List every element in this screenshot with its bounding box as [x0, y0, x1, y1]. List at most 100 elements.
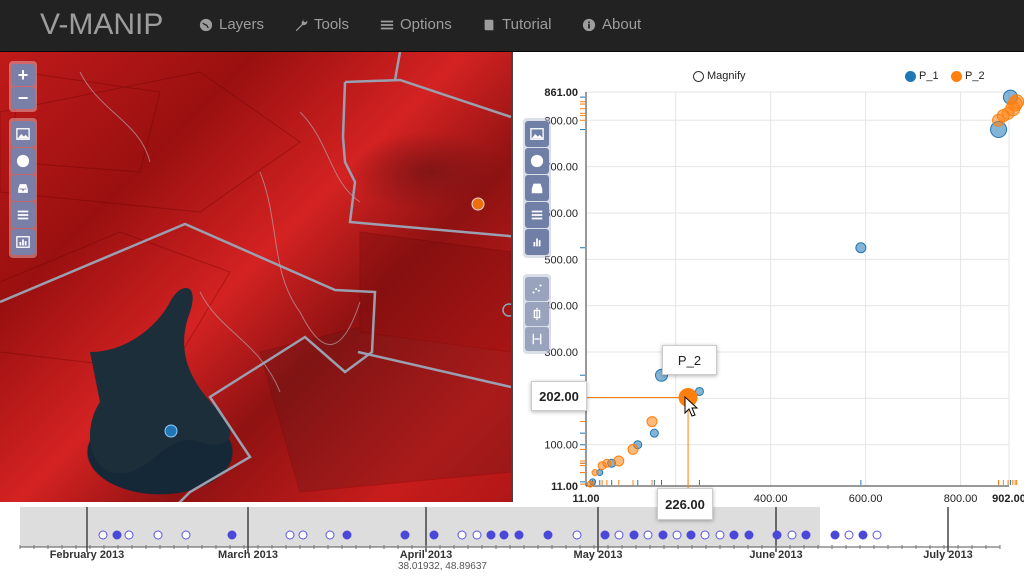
data-point-p_2[interactable]: [602, 458, 612, 468]
map-marker-p2[interactable]: [471, 197, 485, 211]
nav-layers-label: Layers: [219, 16, 265, 33]
nav-about-label: About: [602, 16, 642, 33]
data-point-p_2[interactable]: [591, 469, 599, 477]
inbox-button[interactable]: [11, 175, 35, 201]
nav-tools[interactable]: Tools: [294, 16, 349, 33]
timeline-acquisition-selected[interactable]: [600, 530, 610, 540]
timeline-acquisition[interactable]: [872, 530, 882, 540]
satellite-map[interactable]: + −: [0, 52, 511, 576]
timeline-acquisition-selected[interactable]: [112, 530, 122, 540]
timeline-acquisition[interactable]: [715, 530, 725, 540]
timeline-acquisition-selected[interactable]: [227, 530, 237, 540]
timeline-acquisition[interactable]: [298, 530, 308, 540]
list-icon: [17, 210, 29, 220]
zoom-out-button[interactable]: −: [11, 87, 35, 109]
timeline-svg[interactable]: February 2013 March 2013 April 2013 May 201…: [0, 502, 1024, 576]
timeline-acquisition-selected[interactable]: [772, 530, 782, 540]
timeline-acquisition-selected[interactable]: [499, 530, 509, 540]
wrench-icon: [295, 19, 308, 31]
scatter-plot[interactable]: 11.00100.00200.00300.00400.00500.00600.0…: [513, 52, 1024, 502]
data-point-p_2[interactable]: [1009, 94, 1024, 110]
nav-options[interactable]: Options: [380, 16, 452, 33]
x-tick-label: 800.00: [944, 493, 978, 502]
timeline-acquisition[interactable]: [787, 530, 797, 540]
plot-chart-button[interactable]: [525, 229, 549, 255]
timeline-acquisition[interactable]: [98, 530, 108, 540]
timeline[interactable]: February 2013 March 2013 April 2013 May 201…: [0, 502, 1024, 576]
magnify-label: Magnify: [707, 70, 746, 82]
timeline-acquisition[interactable]: [472, 530, 482, 540]
timeline-acquisition[interactable]: [672, 530, 682, 540]
data-point-p_2[interactable]: [586, 480, 594, 488]
timeline-acquisition-selected[interactable]: [658, 530, 668, 540]
data-point-p_2[interactable]: [646, 416, 658, 428]
timeline-acquisition-selected[interactable]: [830, 530, 840, 540]
timeline-acquisition-selected[interactable]: [729, 530, 739, 540]
legend-p1-label: P_1: [919, 70, 939, 82]
timeline-acquisition-selected[interactable]: [342, 530, 352, 540]
timeline-acquisition[interactable]: [614, 530, 624, 540]
scatter-plot-panel[interactable]: 11.00100.00200.00300.00400.00500.00600.0…: [511, 52, 1024, 520]
timeline-acquisition-selected[interactable]: [429, 530, 439, 540]
timeline-acquisition[interactable]: [285, 530, 295, 540]
magnify-radio-icon: [693, 70, 704, 82]
timeline-month-label: July 2013: [923, 549, 973, 561]
timeline-acquisition-selected[interactable]: [801, 530, 811, 540]
plot-image-button[interactable]: [525, 121, 549, 147]
zoom-in-button[interactable]: +: [11, 64, 35, 86]
timeline-acquisition-selected[interactable]: [400, 530, 410, 540]
brand-title[interactable]: V-MANIP: [40, 8, 163, 42]
timeline-acquisition[interactable]: [700, 530, 710, 540]
plot-tool-controls: [523, 118, 551, 258]
inbox-icon: [17, 183, 29, 194]
data-point-p_2[interactable]: [627, 443, 639, 455]
timeline-acquisition-selected[interactable]: [744, 530, 754, 540]
timeline-acquisition[interactable]: [181, 530, 191, 540]
range-mode-button[interactable]: [525, 327, 549, 351]
map-overlay: [0, 52, 511, 576]
timeline-acquisition[interactable]: [572, 530, 582, 540]
list-button[interactable]: [11, 202, 35, 228]
globe-icon: [199, 18, 213, 31]
image-icon: [16, 128, 30, 140]
globe-button[interactable]: [11, 148, 35, 174]
x-tick-label: 600.00: [849, 493, 883, 502]
timeline-acquisition-selected[interactable]: [543, 530, 553, 540]
timeline-month-label: April 2013: [400, 549, 453, 561]
timeline-acquisition[interactable]: [457, 530, 467, 540]
nav-about[interactable]: About: [582, 16, 641, 33]
image-layer-button[interactable]: [11, 121, 35, 147]
timeline-acquisition[interactable]: [124, 530, 134, 540]
timeline-acquisition[interactable]: [153, 530, 163, 540]
point-tooltip: P_2: [662, 345, 717, 375]
timeline-acquisition[interactable]: [325, 530, 335, 540]
plot-globe-button[interactable]: [525, 148, 549, 174]
timeline-acquisition-selected[interactable]: [686, 530, 696, 540]
data-point-p_2[interactable]: [613, 455, 625, 467]
nav-layers[interactable]: Layers: [199, 16, 264, 33]
timeline-acquisition[interactable]: [643, 530, 653, 540]
x-tick-label: 11.00: [573, 493, 600, 502]
box-mode-button[interactable]: [525, 302, 549, 326]
timeline-acquisition-selected[interactable]: [486, 530, 496, 540]
navbar: V-MANIP Layers Tools Options Tutorial Ab…: [0, 0, 1024, 52]
plot-list-button[interactable]: [525, 202, 549, 228]
scatter-mode-button[interactable]: [525, 277, 549, 301]
data-point-p_1[interactable]: [855, 242, 867, 254]
data-point-p_1[interactable]: [649, 428, 659, 438]
map-marker-p1[interactable]: [164, 424, 178, 438]
timeline-month-label: March 2013: [218, 549, 278, 561]
legend-p1[interactable]: P_1: [905, 70, 939, 82]
chart-button[interactable]: [11, 229, 35, 255]
plot-inbox-button[interactable]: [525, 175, 549, 201]
legend-p2[interactable]: P_2: [951, 70, 985, 82]
nav-tutorial[interactable]: Tutorial: [482, 16, 551, 33]
magnify-toggle[interactable]: Magnify: [693, 70, 746, 82]
crosshair-y-label: 202.00: [531, 381, 587, 411]
nav-tools-label: Tools: [314, 16, 350, 33]
field-texture: [0, 71, 511, 493]
timeline-acquisition-selected[interactable]: [629, 530, 639, 540]
timeline-acquisition[interactable]: [844, 530, 854, 540]
timeline-acquisition-selected[interactable]: [514, 530, 524, 540]
timeline-acquisition-selected[interactable]: [858, 530, 868, 540]
